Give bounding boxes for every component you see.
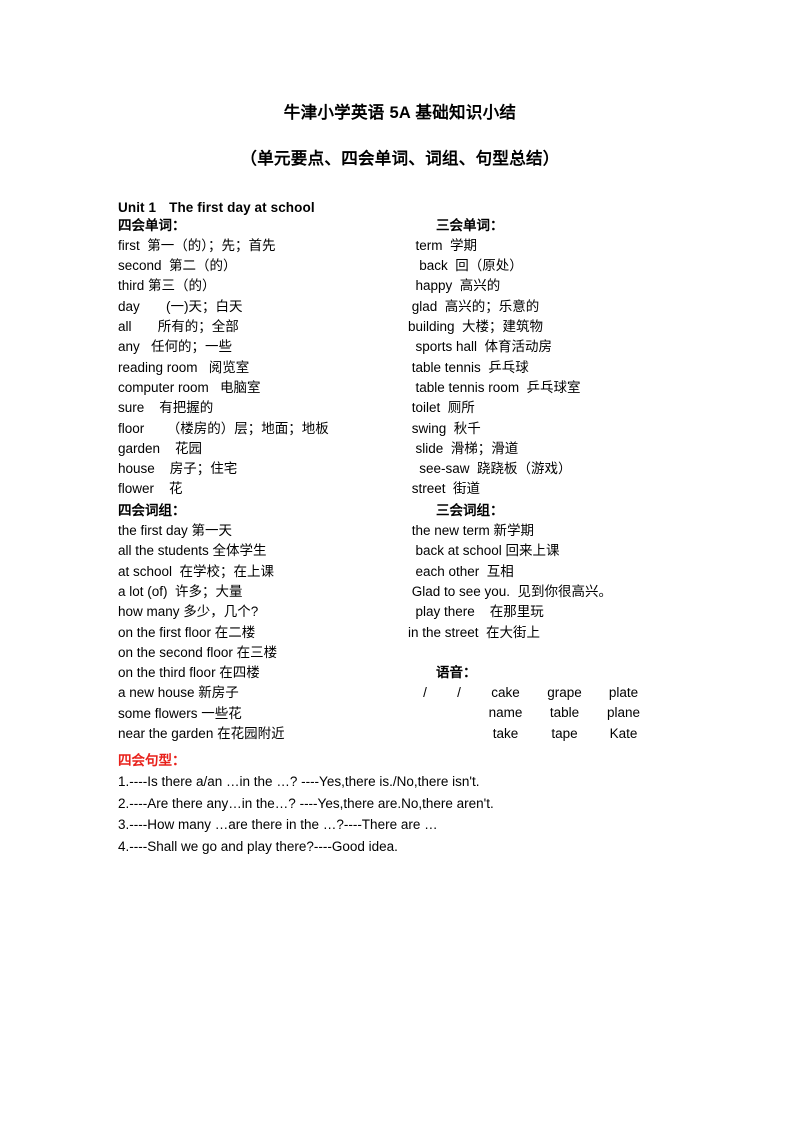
word-row: table tennis 乒乓球 bbox=[408, 359, 529, 375]
phrase-row: on the third floor 在四楼 bbox=[118, 665, 260, 681]
phrase-row: each other 互相 bbox=[408, 563, 514, 579]
phonetics-cell bbox=[408, 703, 442, 723]
word-row: garden 花园 bbox=[118, 440, 203, 456]
words-column-left: 四会单词： first 第一（的）；先；首先 second 第二（的） thir… bbox=[118, 216, 408, 500]
word-row: swing 秋千 bbox=[408, 420, 481, 436]
phrase-row: the new term 新学期 bbox=[408, 523, 535, 539]
document-subtitle: （单元要点、四会单词、词组、句型总结） bbox=[240, 149, 560, 168]
phonetics-row: / / cake grape plate bbox=[408, 683, 653, 703]
word-row: term 学期 bbox=[408, 237, 478, 253]
phrases-left-heading: 四会词组： bbox=[118, 502, 186, 518]
words-left-heading: 四会单词： bbox=[118, 217, 186, 233]
word-row: any 任何的；一些 bbox=[118, 339, 233, 355]
word-row: house 房子；住宅 bbox=[118, 461, 238, 477]
phrase-row: Glad to see you. 见到你很高兴。 bbox=[408, 583, 613, 599]
phrases-column-right: 三会词组： the new term 新学期 back at school 回来… bbox=[408, 501, 682, 745]
phrases-column-left: 四会词组： the first day 第一天 all the students… bbox=[118, 501, 408, 745]
sentence-pattern-row: 3.----How many …are there in the …?----T… bbox=[118, 817, 438, 833]
phonetics-table: / / cake grape plate name table plane ta… bbox=[408, 683, 653, 744]
word-row: building 大楼；建筑物 bbox=[408, 319, 544, 335]
word-row: third 第三（的） bbox=[118, 278, 216, 294]
word-row: happy 高兴的 bbox=[408, 278, 501, 294]
phrase-row: play there 在那里玩 bbox=[408, 604, 544, 620]
phrase-row: some flowers 一些花 bbox=[118, 705, 242, 721]
phrases-right-heading: 三会词组： bbox=[436, 502, 504, 518]
document-content: 牛津小学英语 5A 基础知识小结 （单元要点、四会单词、词组、句型总结） Uni… bbox=[118, 0, 682, 857]
phonetics-cell bbox=[442, 724, 476, 744]
phonetics-heading: 语音： bbox=[436, 664, 477, 680]
words-section: 四会单词： first 第一（的）；先；首先 second 第二（的） thir… bbox=[118, 216, 682, 500]
word-row: flower 花 bbox=[118, 481, 183, 497]
phrase-row: near the garden 在花园附近 bbox=[118, 726, 285, 742]
phrases-section: 四会词组： the first day 第一天 all the students… bbox=[118, 501, 682, 745]
word-row: glad 高兴的；乐意的 bbox=[408, 298, 540, 314]
word-row: slide 滑梯；滑道 bbox=[408, 440, 519, 456]
phrase-row: a lot (of) 许多；大量 bbox=[118, 583, 243, 599]
word-row: floor （楼房的）层；地面；地板 bbox=[118, 420, 329, 436]
word-row: second 第二（的） bbox=[118, 258, 237, 274]
phrase-row: in the street 在大街上 bbox=[408, 624, 541, 640]
word-row: sure 有把握的 bbox=[118, 400, 214, 416]
phonetics-cell: grape bbox=[547, 685, 582, 701]
word-row: sports hall 体育活动房 bbox=[408, 339, 553, 355]
phonetics-cell: tape bbox=[551, 725, 578, 741]
phrase-row: all the students 全体学生 bbox=[118, 543, 267, 559]
phonetics-cell: / bbox=[423, 685, 427, 701]
phrase-row: back at school 回来上课 bbox=[408, 543, 560, 559]
phonetics-cell: take bbox=[492, 725, 519, 741]
words-column-right: 三会单词： term 学期 back 回（原处） happy 高兴的 glad … bbox=[408, 216, 682, 500]
phrase-row: how many 多少，几个? bbox=[118, 604, 259, 620]
phonetics-row: take tape Kate bbox=[408, 724, 653, 744]
phonetics-cell: plate bbox=[608, 685, 639, 701]
sentence-patterns-heading: 四会句型： bbox=[118, 753, 186, 769]
unit-heading: Unit 1 The first day at school bbox=[118, 170, 682, 215]
phonetics-cell: Kate bbox=[609, 725, 638, 741]
phonetics-cell bbox=[442, 703, 476, 723]
word-row: street 街道 bbox=[408, 481, 481, 497]
sentence-pattern-row: 1.----Is there a/an …in the …? ----Yes,t… bbox=[118, 774, 480, 790]
phrase-row: the first day 第一天 bbox=[118, 523, 233, 539]
sentence-pattern-row: 2.----Are there any…in the…? ----Yes,the… bbox=[118, 795, 494, 811]
phonetics-cell: plane bbox=[606, 705, 641, 721]
phonetics-row: name table plane bbox=[408, 703, 653, 723]
phrase-row: at school 在学校；在上课 bbox=[118, 563, 275, 579]
words-right-heading: 三会单词： bbox=[436, 217, 504, 233]
phrase-row: a new house 新房子 bbox=[118, 685, 239, 701]
unit-name: The first day at school bbox=[169, 199, 315, 215]
word-row: see-saw 跷跷板（游戏） bbox=[408, 461, 572, 477]
word-row: day (一)天；白天 bbox=[118, 298, 243, 314]
word-row: reading room 阅览室 bbox=[118, 359, 250, 375]
word-row: back 回（原处） bbox=[408, 258, 523, 274]
phonetics-cell bbox=[408, 724, 442, 744]
unit-number: Unit 1 bbox=[118, 199, 157, 215]
phonetics-cell: / bbox=[457, 685, 461, 701]
document-page: 牛津小学英语 5A 基础知识小结 （单元要点、四会单词、词组、句型总结） Uni… bbox=[0, 0, 800, 1132]
word-row: all 所有的；全部 bbox=[118, 319, 239, 335]
phrase-row: on the second floor 在三楼 bbox=[118, 644, 278, 660]
word-row: first 第一（的）；先；首先 bbox=[118, 237, 276, 253]
sentence-patterns-section: 四会句型： 1.----Is there a/an …in the …? ---… bbox=[118, 750, 682, 857]
phrase-row: on the first floor 在二楼 bbox=[118, 624, 256, 640]
phonetics-cell: name bbox=[488, 705, 523, 721]
phonetics-cell: cake bbox=[491, 685, 520, 701]
word-row: toilet 厕所 bbox=[408, 400, 475, 416]
sentence-pattern-row: 4.----Shall we go and play there?----Goo… bbox=[118, 838, 398, 854]
word-row: table tennis room 乒乓球室 bbox=[408, 379, 581, 395]
word-row: computer room 电脑室 bbox=[118, 379, 261, 395]
phonetics-cell: table bbox=[549, 705, 580, 721]
document-title: 牛津小学英语 5A 基础知识小结 bbox=[283, 104, 517, 122]
